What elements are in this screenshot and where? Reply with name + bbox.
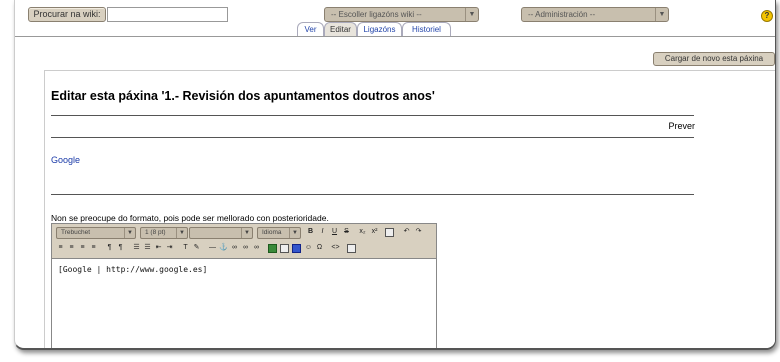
strikethrough-icon[interactable]: S xyxy=(342,227,351,236)
fullscreen-icon[interactable] xyxy=(347,244,356,253)
superscript-icon[interactable]: x² xyxy=(370,227,379,236)
chevron-down-icon: ▼ xyxy=(465,8,478,21)
font-select[interactable]: Trebuchet ▼ xyxy=(56,227,136,239)
preview-link[interactable]: Prever xyxy=(668,121,695,131)
admin-select[interactable]: -- Administración -- ▼ xyxy=(521,7,669,22)
wiki-links-select-value: -- Escoller ligazóns wiki -- xyxy=(331,10,422,19)
side-panel xyxy=(700,70,775,348)
wiki-links-select[interactable]: -- Escoller ligazóns wiki -- ▼ xyxy=(324,7,479,22)
reload-page-button[interactable]: Cargar de novo esta páxina xyxy=(653,52,775,66)
tex-icon[interactable] xyxy=(292,244,301,253)
page-title: Editar esta páxina '1.- Revisión dos apu… xyxy=(51,89,435,103)
text-color-icon[interactable]: T xyxy=(181,243,190,252)
italic-icon[interactable]: I xyxy=(318,227,327,236)
language-select-value: Idioma xyxy=(262,229,282,236)
divider xyxy=(51,194,694,195)
tab-divider xyxy=(15,36,775,37)
font-select-value: Trebuchet xyxy=(61,229,91,236)
editor-toolbar: Trebuchet ▼ 1 (8 pt) ▼ ▼ Idioma ▼ B I U S x… xyxy=(52,224,436,259)
ordered-list-icon[interactable]: ☰ xyxy=(132,243,141,252)
ltr-icon[interactable]: ¶ xyxy=(105,243,114,252)
underline-icon[interactable]: U xyxy=(330,227,339,236)
unlink-icon[interactable]: ∞ xyxy=(241,243,250,252)
indent-icon[interactable]: ⇥ xyxy=(165,243,174,252)
language-select[interactable]: Idioma ▼ xyxy=(257,227,301,239)
justify-icon[interactable]: ≡ xyxy=(89,243,98,252)
align-center-icon[interactable]: ≡ xyxy=(67,243,76,252)
search-wiki-input[interactable] xyxy=(107,7,228,22)
html-source-icon[interactable]: <> xyxy=(331,243,340,252)
table-icon[interactable] xyxy=(280,244,289,253)
wiki-topbar: Procurar na wiki: -- Escoller ligazóns w… xyxy=(15,0,775,36)
undo-icon[interactable]: ↶ xyxy=(402,227,411,236)
size-select-value: 1 (8 pt) xyxy=(145,229,166,236)
background-color-icon[interactable]: ✎ xyxy=(192,243,201,252)
special-char-icon[interactable]: Ω xyxy=(315,243,324,252)
divider xyxy=(51,115,694,116)
align-right-icon[interactable]: ≡ xyxy=(78,243,87,252)
help-icon[interactable]: ? xyxy=(761,10,773,22)
clean-word-icon[interactable] xyxy=(385,228,394,237)
outdent-icon[interactable]: ⇤ xyxy=(154,243,163,252)
align-left-icon[interactable]: ≡ xyxy=(56,243,65,252)
redo-icon[interactable]: ↷ xyxy=(414,227,423,236)
chevron-down-icon: ▼ xyxy=(124,228,135,238)
image-icon[interactable] xyxy=(268,244,277,253)
editor-content[interactable]: [Google | http://www.google.es] xyxy=(58,265,207,274)
nolink-icon[interactable]: ∞ xyxy=(252,243,261,252)
chevron-down-icon: ▼ xyxy=(241,228,252,238)
tab-view[interactable]: Ver xyxy=(297,22,324,36)
divider xyxy=(51,137,694,138)
chevron-down-icon: ▼ xyxy=(655,8,668,21)
html-editor: Trebuchet ▼ 1 (8 pt) ▼ ▼ Idioma ▼ B I U S x… xyxy=(51,223,437,348)
anchor-icon[interactable]: ⚓ xyxy=(219,243,228,252)
horizontal-rule-icon[interactable]: — xyxy=(208,243,217,252)
edit-panel: Editar esta páxina '1.- Revisión dos apu… xyxy=(44,70,701,348)
bold-icon[interactable]: B xyxy=(306,227,315,236)
chevron-down-icon: ▼ xyxy=(289,228,300,238)
admin-select-value: -- Administración -- xyxy=(528,10,596,19)
unordered-list-icon[interactable]: ☰ xyxy=(143,243,152,252)
format-note: Non se preocupe do formato, pois pode se… xyxy=(51,213,329,223)
rtl-icon[interactable]: ¶ xyxy=(116,243,125,252)
size-select[interactable]: 1 (8 pt) ▼ xyxy=(140,227,188,239)
smiley-icon[interactable]: ☺ xyxy=(304,243,313,252)
link-icon[interactable]: ∞ xyxy=(230,243,239,252)
tab-links[interactable]: Ligazóns xyxy=(357,22,402,36)
chevron-down-icon: ▼ xyxy=(176,228,187,238)
search-wiki-button[interactable]: Procurar na wiki: xyxy=(28,7,106,22)
tab-edit[interactable]: Editar xyxy=(324,22,357,36)
subscript-icon[interactable]: x₂ xyxy=(358,227,367,236)
app-frame: Procurar na wiki: -- Escoller ligazóns w… xyxy=(14,0,776,350)
google-link[interactable]: Google xyxy=(51,155,80,165)
tab-history[interactable]: Historiel xyxy=(402,22,451,36)
style-select[interactable]: ▼ xyxy=(189,227,253,239)
